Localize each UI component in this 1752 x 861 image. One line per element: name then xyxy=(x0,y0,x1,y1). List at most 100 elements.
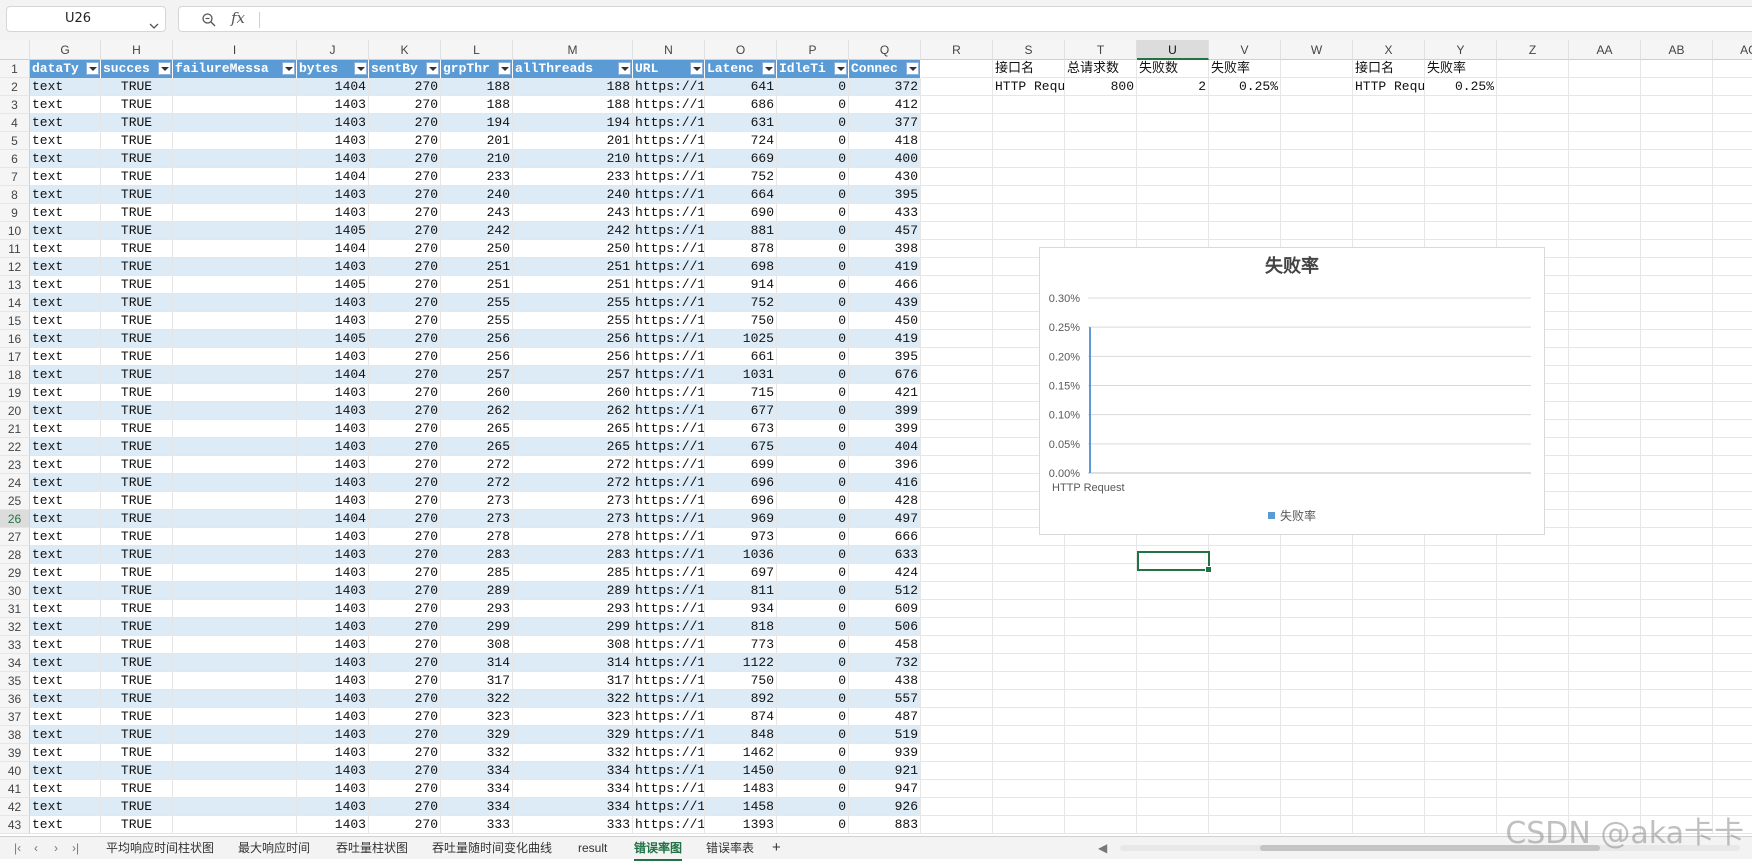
table-cell[interactable]: text xyxy=(30,528,101,546)
table-cell[interactable] xyxy=(173,294,297,312)
table-cell[interactable] xyxy=(173,762,297,780)
row-header[interactable]: 10 xyxy=(0,222,30,240)
grid-cell[interactable] xyxy=(993,672,1065,690)
table-cell[interactable] xyxy=(173,636,297,654)
table-cell[interactable]: 270 xyxy=(369,780,441,798)
chevron-down-icon[interactable] xyxy=(149,15,159,39)
table-cell[interactable]: text xyxy=(30,384,101,402)
table-cell[interactable]: 400 xyxy=(849,150,921,168)
table-cell[interactable]: 0 xyxy=(777,168,849,186)
grid-cell[interactable] xyxy=(1641,384,1713,402)
grid-cell[interactable] xyxy=(1641,636,1713,654)
table-cell[interactable]: 1404 xyxy=(297,168,369,186)
grid-cell[interactable] xyxy=(1425,780,1497,798)
table-header-cell[interactable]: Connec xyxy=(849,60,921,78)
grid-cell[interactable] xyxy=(1353,186,1425,204)
table-cell[interactable]: 1403 xyxy=(297,816,369,834)
grid-cell[interactable] xyxy=(1137,762,1209,780)
grid-cell[interactable] xyxy=(1425,744,1497,762)
grid-cell[interactable] xyxy=(1353,168,1425,186)
row-header[interactable]: 9 xyxy=(0,204,30,222)
table-cell[interactable]: https://1 xyxy=(633,708,705,726)
table-cell[interactable] xyxy=(173,816,297,834)
table-cell[interactable] xyxy=(173,582,297,600)
summary2-value[interactable]: HTTP Requ xyxy=(1353,78,1425,96)
grid-cell[interactable] xyxy=(1281,114,1353,132)
grid-cell[interactable] xyxy=(1641,222,1713,240)
column-header[interactable]: O xyxy=(705,40,777,60)
table-cell[interactable]: 0 xyxy=(777,618,849,636)
grid-cell[interactable] xyxy=(1713,744,1752,762)
grid-cell[interactable] xyxy=(921,546,993,564)
table-cell[interactable]: 1403 xyxy=(297,132,369,150)
table-cell[interactable]: 1031 xyxy=(705,366,777,384)
grid-cell[interactable] xyxy=(1641,510,1713,528)
grid-cell[interactable] xyxy=(1497,132,1569,150)
grid-cell[interactable] xyxy=(1065,582,1137,600)
grid-cell[interactable] xyxy=(1569,150,1641,168)
table-cell[interactable]: 921 xyxy=(849,762,921,780)
table-cell[interactable]: text xyxy=(30,348,101,366)
table-cell[interactable]: text xyxy=(30,222,101,240)
grid-cell[interactable] xyxy=(1641,150,1713,168)
column-header[interactable]: N xyxy=(633,40,705,60)
table-cell[interactable]: 0 xyxy=(777,546,849,564)
table-cell[interactable] xyxy=(173,330,297,348)
column-header[interactable]: K xyxy=(369,40,441,60)
table-cell[interactable]: TRUE xyxy=(101,204,173,222)
table-cell[interactable]: 255 xyxy=(513,294,633,312)
table-cell[interactable]: https://1 xyxy=(633,474,705,492)
row-header[interactable]: 37 xyxy=(0,708,30,726)
filter-dropdown-icon[interactable] xyxy=(690,62,703,75)
grid-cell[interactable] xyxy=(1209,186,1281,204)
table-cell[interactable]: 1403 xyxy=(297,708,369,726)
grid-cell[interactable] xyxy=(1353,780,1425,798)
grid-cell[interactable] xyxy=(993,96,1065,114)
table-cell[interactable] xyxy=(173,654,297,672)
table-cell[interactable]: 1403 xyxy=(297,456,369,474)
filter-dropdown-icon[interactable] xyxy=(906,62,919,75)
table-cell[interactable]: TRUE xyxy=(101,762,173,780)
grid-cell[interactable] xyxy=(1209,582,1281,600)
table-cell[interactable]: 329 xyxy=(513,726,633,744)
table-cell[interactable] xyxy=(173,600,297,618)
grid-cell[interactable] xyxy=(1641,654,1713,672)
grid-cell[interactable] xyxy=(1425,672,1497,690)
column-header[interactable]: S xyxy=(993,40,1065,60)
table-cell[interactable]: https://1 xyxy=(633,600,705,618)
table-cell[interactable]: 240 xyxy=(513,186,633,204)
table-cell[interactable]: 270 xyxy=(369,420,441,438)
table-cell[interactable]: 270 xyxy=(369,672,441,690)
grid-cell[interactable] xyxy=(921,384,993,402)
table-cell[interactable]: 1405 xyxy=(297,276,369,294)
table-cell[interactable]: 450 xyxy=(849,312,921,330)
grid-cell[interactable] xyxy=(1065,690,1137,708)
grid-cell[interactable] xyxy=(1641,366,1713,384)
table-cell[interactable]: https://1 xyxy=(633,78,705,96)
summary-header[interactable]: 失败率 xyxy=(1209,60,1281,78)
table-cell[interactable]: 255 xyxy=(441,294,513,312)
grid-cell[interactable] xyxy=(1065,114,1137,132)
grid-cell[interactable] xyxy=(1497,186,1569,204)
table-cell[interactable]: TRUE xyxy=(101,690,173,708)
grid-cell[interactable] xyxy=(1425,582,1497,600)
row-header[interactable]: 15 xyxy=(0,312,30,330)
prev-sheet-icon[interactable]: ‹ xyxy=(34,837,38,859)
table-header-cell[interactable]: failureMessa xyxy=(173,60,297,78)
table-cell[interactable]: 273 xyxy=(513,492,633,510)
table-cell[interactable]: 270 xyxy=(369,798,441,816)
table-cell[interactable]: 1404 xyxy=(297,366,369,384)
grid-cell[interactable] xyxy=(921,276,993,294)
table-cell[interactable]: https://1 xyxy=(633,186,705,204)
table-cell[interactable]: 270 xyxy=(369,186,441,204)
grid-cell[interactable] xyxy=(921,294,993,312)
row-header[interactable]: 34 xyxy=(0,654,30,672)
table-cell[interactable]: 0 xyxy=(777,690,849,708)
row-header[interactable]: 11 xyxy=(0,240,30,258)
grid-cell[interactable] xyxy=(1497,744,1569,762)
table-cell[interactable]: 265 xyxy=(441,438,513,456)
table-cell[interactable]: TRUE xyxy=(101,492,173,510)
table-cell[interactable]: 697 xyxy=(705,564,777,582)
grid-cell[interactable] xyxy=(1569,474,1641,492)
table-cell[interactable]: 0 xyxy=(777,654,849,672)
